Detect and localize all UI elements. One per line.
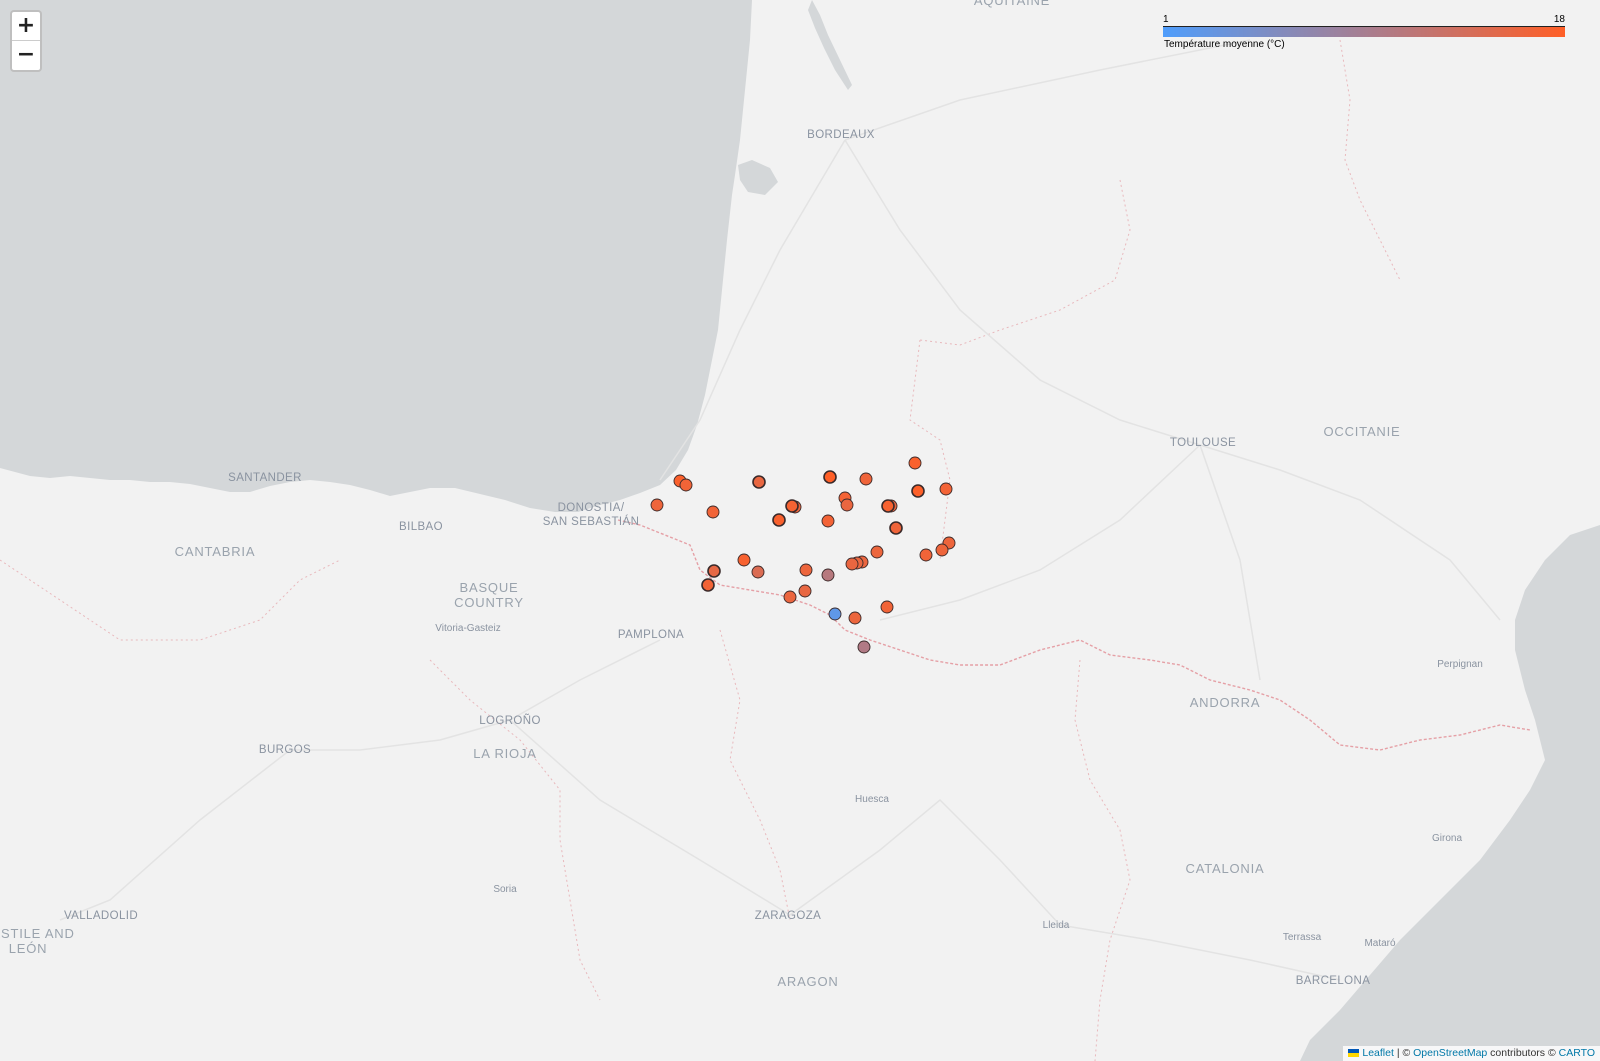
station-marker[interactable] (679, 478, 693, 492)
station-marker[interactable] (772, 513, 786, 527)
station-marker[interactable] (706, 505, 720, 519)
station-marker[interactable] (889, 521, 903, 535)
zoom-control: + − (10, 10, 42, 72)
station-marker[interactable] (911, 484, 925, 498)
place-label: Terrassa (1282, 932, 1322, 943)
place-label: Vitoria-Gasteiz (435, 623, 501, 634)
place-label: BASQUE COUNTRY (454, 580, 524, 610)
station-marker[interactable] (650, 498, 664, 512)
station-marker[interactable] (935, 543, 949, 557)
station-marker[interactable] (828, 607, 842, 621)
place-label: SANTANDER (228, 472, 302, 484)
station-marker[interactable] (857, 640, 871, 654)
place-label: DONOSTIA/ SAN SEBASTIÁN (542, 502, 640, 528)
legend-max-value: 18 (1553, 14, 1565, 25)
place-label: Lleida (1042, 920, 1070, 931)
place-label: OCCITANIE (1323, 424, 1401, 439)
place-label: Girona (1431, 833, 1463, 844)
place-label: Perpignan (1437, 659, 1483, 670)
sea-atlantic (0, 0, 752, 512)
place-label: BARCELONA (1295, 975, 1371, 987)
zoom-in-button[interactable]: + (12, 12, 40, 40)
place-label: LA RIOJA (473, 746, 537, 761)
leaflet-link[interactable]: Leaflet (1362, 1047, 1394, 1059)
place-label: PAMPLONA (617, 629, 685, 641)
station-marker[interactable] (821, 514, 835, 528)
station-marker[interactable] (881, 499, 895, 513)
attribution-contributors: contributors © (1487, 1047, 1559, 1059)
station-marker[interactable] (939, 482, 953, 496)
station-marker[interactable] (751, 565, 765, 579)
place-label: BILBAO (399, 521, 443, 533)
station-marker[interactable] (821, 568, 835, 582)
station-marker[interactable] (799, 563, 813, 577)
carto-link[interactable]: CARTO (1559, 1047, 1595, 1059)
place-label: Huesca (855, 794, 889, 805)
station-marker[interactable] (785, 499, 799, 513)
station-marker[interactable] (823, 470, 837, 484)
station-marker[interactable] (752, 475, 766, 489)
station-marker[interactable] (908, 456, 922, 470)
place-label: TOULOUSE (1169, 437, 1237, 449)
legend-gradient-bar (1163, 26, 1565, 37)
station-marker[interactable] (845, 557, 859, 571)
station-marker[interactable] (919, 548, 933, 562)
place-label: ANDORRA (1189, 695, 1261, 710)
station-marker[interactable] (783, 590, 797, 604)
place-label: Soria (493, 884, 517, 895)
place-label: ZARAGOZA (754, 910, 822, 922)
place-label: CANTABRIA (174, 544, 256, 559)
station-marker[interactable] (701, 578, 715, 592)
place-label: VALLADOLID (63, 910, 139, 922)
zoom-out-button[interactable]: − (12, 40, 40, 70)
station-marker[interactable] (737, 553, 751, 567)
attribution-separator: | © (1393, 1047, 1414, 1059)
station-marker[interactable] (798, 584, 812, 598)
station-marker[interactable] (848, 611, 862, 625)
place-label: CATALONIA (1185, 861, 1265, 876)
legend-caption: Température moyenne (°C) (1164, 39, 1285, 50)
place-label: BURGOS (258, 744, 312, 756)
place-label: ARAGON (777, 974, 839, 989)
station-marker[interactable] (859, 472, 873, 486)
place-label: LOGROÑO (479, 715, 541, 727)
place-label: Mataró (1364, 938, 1396, 949)
place-label: CASTILE AND LEÓN (0, 926, 75, 956)
map-attribution: Leaflet | © OpenStreetMap contributors ©… (1343, 1046, 1600, 1061)
station-marker[interactable] (707, 564, 721, 578)
openstreetmap-link[interactable]: OpenStreetMap (1413, 1047, 1487, 1059)
base-map[interactable] (0, 0, 1600, 1061)
place-label: AQUITAINE (973, 0, 1051, 8)
legend-min-value: 1 (1163, 14, 1169, 25)
station-marker[interactable] (840, 498, 854, 512)
station-marker[interactable] (880, 600, 894, 614)
ukraine-flag-icon (1348, 1049, 1360, 1057)
place-label: BORDEAUX (807, 129, 875, 141)
station-marker[interactable] (870, 545, 884, 559)
color-legend: 1 18 Température moyenne (°C) (1163, 12, 1565, 56)
